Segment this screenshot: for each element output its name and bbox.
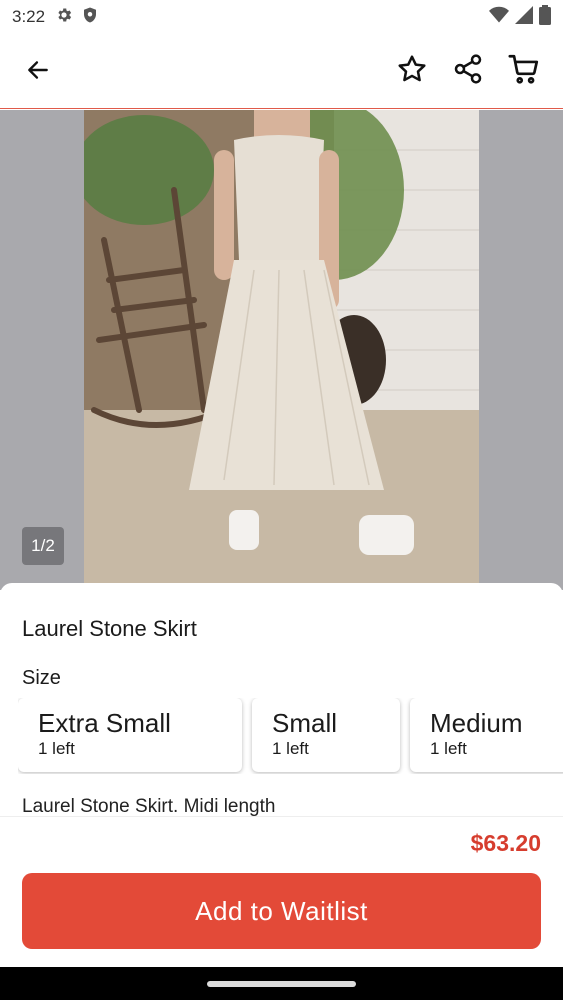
signal-icon (515, 5, 533, 29)
battery-icon (539, 4, 551, 30)
size-heading: Size (22, 667, 61, 689)
product-photo (74, 110, 479, 590)
page-indicator: 1/2 (22, 527, 64, 565)
size-option-small[interactable]: Small 1 left (252, 698, 400, 772)
status-icons-left (55, 6, 99, 29)
product-price: $63.20 (470, 830, 541, 856)
cart-icon (507, 52, 541, 91)
product-description: Laurel Stone Skirt. Midi length (22, 796, 276, 817)
app-bar (0, 34, 563, 109)
back-button[interactable] (22, 56, 54, 88)
wifi-icon (489, 6, 509, 29)
share-icon (452, 53, 484, 90)
divider (0, 816, 563, 817)
status-icons-right (489, 4, 551, 30)
back-arrow-icon (25, 57, 51, 88)
shield-icon (81, 6, 99, 29)
size-option-stock: 1 left (430, 739, 467, 758)
product-name: Laurel Stone Skirt (22, 616, 197, 641)
size-option-extra-small[interactable]: Extra Small 1 left (18, 698, 242, 772)
status-time: 3:22 (12, 7, 46, 26)
favorite-button[interactable] (395, 54, 429, 88)
home-gesture-handle[interactable] (207, 981, 356, 987)
app-bar-actions (395, 53, 541, 90)
cart-button[interactable] (507, 54, 541, 88)
add-to-waitlist-button[interactable]: Add to Waitlist (22, 873, 541, 949)
size-option-medium[interactable]: Medium 1 left (410, 698, 563, 772)
size-options: Extra Small 1 left Small 1 left Medium 1… (18, 698, 563, 774)
status-bar: 3:22 (0, 0, 563, 34)
size-option-name: Small (272, 708, 338, 738)
size-option-name: Medium (430, 708, 523, 738)
size-option-name: Extra Small (38, 708, 171, 738)
product-details-sheet: Laurel Stone Skirt Size Extra Small 1 le… (0, 583, 563, 967)
gear-icon (55, 6, 73, 29)
product-gallery[interactable]: 1/2 (0, 110, 563, 590)
size-option-stock: 1 left (272, 739, 309, 758)
share-button[interactable] (451, 53, 485, 90)
size-option-stock: 1 left (38, 739, 75, 758)
star-icon (396, 53, 428, 90)
system-nav-bar (0, 967, 563, 1000)
